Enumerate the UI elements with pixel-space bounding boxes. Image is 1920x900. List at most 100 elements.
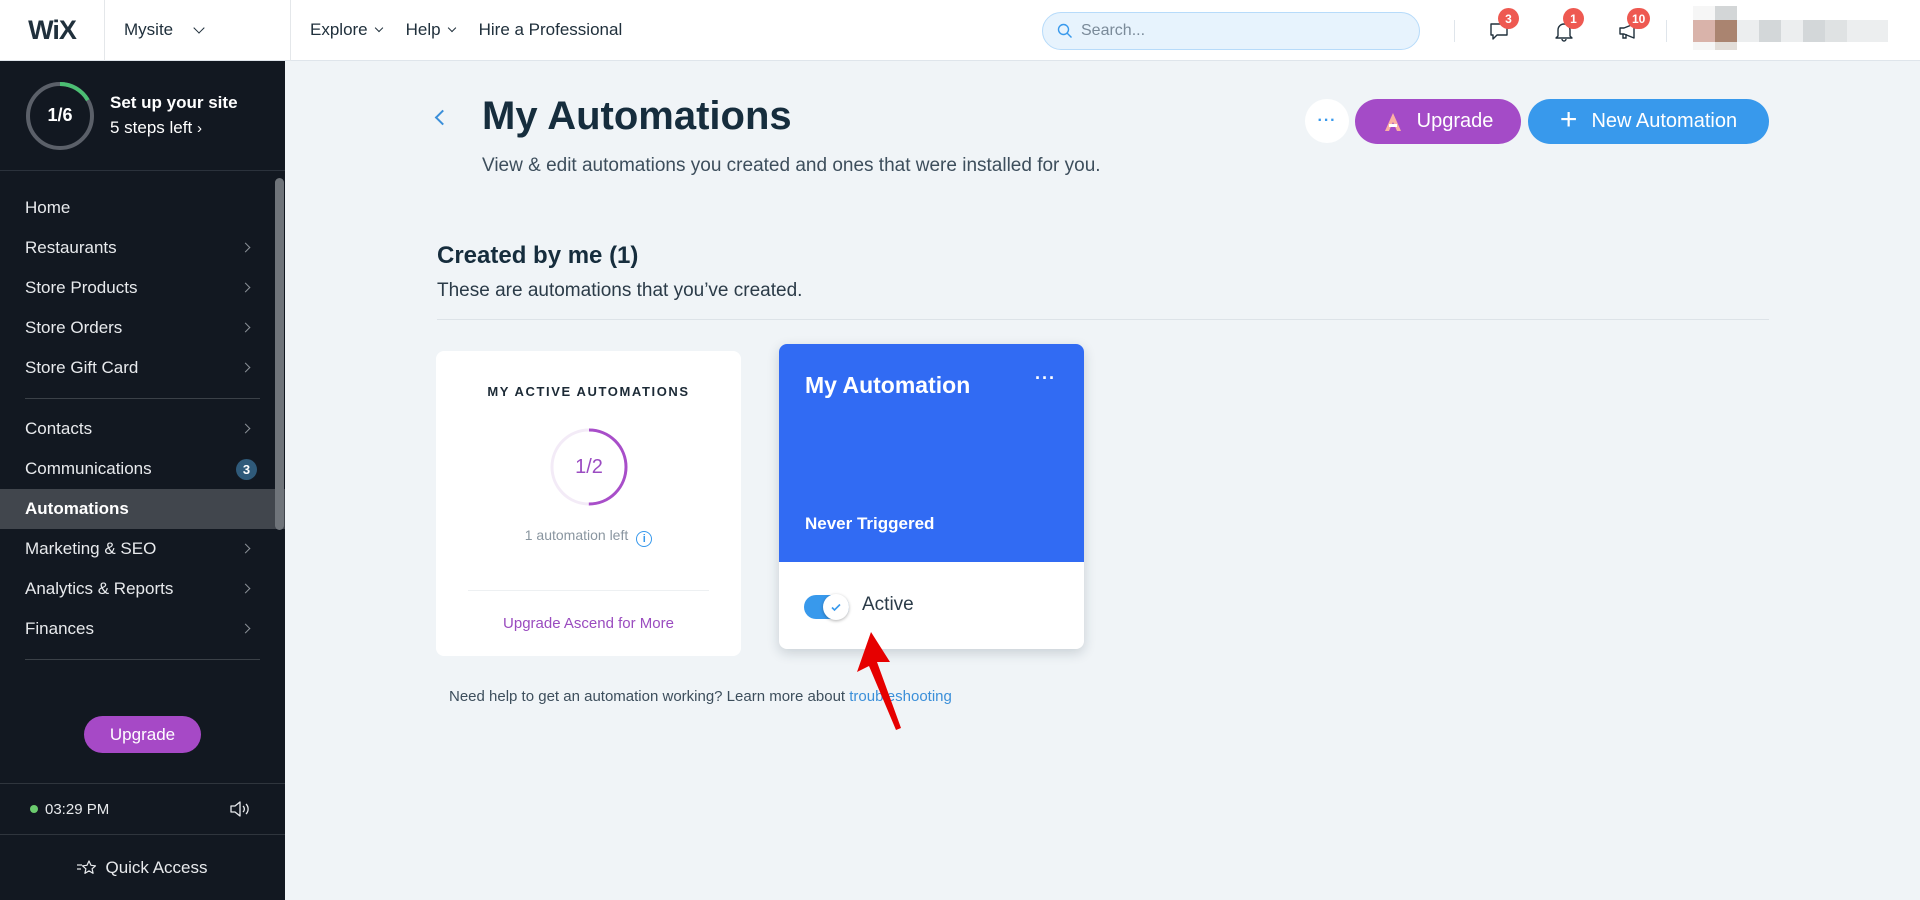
automation-name: My Automation	[805, 372, 971, 398]
active-toggle[interactable]	[804, 594, 849, 620]
sidebar-divider	[25, 398, 260, 399]
setup-title: Set up your site	[110, 93, 238, 112]
notifications-badge: 1	[1563, 8, 1584, 29]
nav-explore[interactable]: Explore	[310, 20, 383, 40]
upgrade-button[interactable]: Upgrade	[1355, 99, 1521, 144]
search-input[interactable]: Search...	[1042, 12, 1420, 50]
chat-badge: 3	[1498, 8, 1519, 29]
sidebar-upgrade-button[interactable]: Upgrade	[84, 716, 201, 753]
sidebar-item-store-gift-card[interactable]: Store Gift Card	[0, 348, 285, 388]
wix-logo[interactable]: WiX	[0, 0, 105, 61]
automation-status: Never Triggered	[805, 514, 935, 533]
nav-explore-label: Explore	[310, 20, 368, 39]
sidebar-item-contacts[interactable]: Contacts	[0, 409, 285, 449]
active-automations-card: MY ACTIVE AUTOMATIONS 1/2 1 automation l…	[436, 351, 741, 656]
sidebar-item-finances[interactable]: Finances	[0, 609, 285, 649]
automation-card-header: My Automation ··· Never Triggered	[779, 344, 1084, 562]
communications-badge: 3	[236, 459, 257, 480]
sidebar-item-restaurants[interactable]: Restaurants	[0, 228, 285, 268]
sidebar-item-communications[interactable]: Communications 3	[0, 449, 285, 489]
help-text-label: Need help to get an automation working? …	[449, 688, 850, 705]
divider	[1666, 20, 1667, 42]
sidebar-divider	[25, 659, 260, 660]
speaker-icon[interactable]	[229, 800, 251, 822]
ascend-icon	[1384, 112, 1401, 131]
sidebar-item-label: Restaurants	[25, 238, 117, 257]
more-actions-button[interactable]: ···	[1305, 99, 1349, 143]
chevron-right-icon	[240, 623, 251, 634]
check-icon	[831, 603, 841, 612]
setup-progress[interactable]: 1/6 Set up your site 5 steps left ›	[0, 61, 285, 171]
setup-progress-ring: 1/6	[25, 81, 95, 151]
upgrade-ascend-link[interactable]: Upgrade Ascend for More	[436, 615, 741, 632]
chevron-right-icon: ›	[196, 120, 202, 137]
section-subtitle: These are automations that you’ve create…	[437, 280, 803, 301]
automation-card[interactable]: My Automation ··· Never Triggered Active	[779, 344, 1084, 649]
sidebar-item-label: Finances	[25, 619, 94, 638]
current-time: 03:29 PM	[45, 800, 110, 818]
search-placeholder: Search...	[1081, 22, 1146, 39]
quick-access-label: Quick Access	[105, 857, 208, 877]
setup-progress-label: 1/6	[47, 105, 73, 125]
chevron-right-icon	[240, 423, 251, 434]
red-arrow-annotation	[857, 632, 901, 730]
nav-hire-professional[interactable]: Hire a Professional	[479, 20, 623, 40]
chevron-right-icon	[240, 242, 251, 253]
sidebar-status-bar: 03:29 PM	[0, 783, 285, 835]
nav-help-label: Help	[405, 20, 441, 39]
chat-button[interactable]: 3	[1484, 8, 1519, 46]
quick-access-button[interactable]: Quick Access	[0, 835, 285, 900]
new-automation-button[interactable]: + New Automation	[1528, 99, 1769, 144]
top-nav: Explore Help Hire a Professional	[291, 20, 622, 40]
sidebar-item-store-orders[interactable]: Store Orders	[0, 308, 285, 348]
sidebar-nav: Home Restaurants Store Products Store Or…	[0, 171, 285, 660]
upgrade-label: Upgrade	[1416, 110, 1494, 132]
sidebar-item-label: Home	[25, 198, 71, 217]
back-arrow-icon[interactable]	[434, 109, 451, 126]
automations-left-label: 1 automation left	[524, 527, 629, 543]
sidebar-item-marketing-seo[interactable]: Marketing & SEO	[0, 529, 285, 569]
sidebar-item-label: Store Products	[25, 278, 138, 297]
notifications-button[interactable]: 1	[1549, 8, 1584, 46]
active-automations-heading: MY ACTIVE AUTOMATIONS	[487, 384, 690, 399]
quick-access-icon	[77, 859, 97, 874]
sidebar-item-label: Contacts	[25, 419, 93, 438]
page-title: My Automations	[482, 94, 792, 138]
announcements-button[interactable]: 10	[1613, 8, 1651, 46]
sidebar-item-label: Store Gift Card	[25, 358, 139, 377]
chevron-down-icon	[374, 23, 383, 32]
section-title: Created by me (1)	[437, 242, 639, 269]
automation-menu-icon[interactable]: ···	[1035, 368, 1056, 389]
automations-left: 1 automation left i	[436, 527, 741, 547]
plus-icon: +	[1559, 103, 1578, 136]
chevron-right-icon	[240, 583, 251, 594]
search-icon	[1057, 23, 1072, 38]
account-avatar[interactable]	[1693, 6, 1888, 50]
active-toggle-label: Active	[862, 594, 914, 615]
chevron-right-icon	[240, 543, 251, 554]
active-automations-count: 1/2	[575, 455, 603, 478]
sidebar-item-store-products[interactable]: Store Products	[0, 268, 285, 308]
sidebar-item-analytics-reports[interactable]: Analytics & Reports	[0, 569, 285, 609]
card-divider	[468, 590, 709, 591]
sidebar-item-label: Analytics & Reports	[25, 579, 174, 598]
info-icon[interactable]: i	[636, 531, 653, 547]
sidebar-item-label: Store Orders	[25, 318, 123, 337]
site-name: Mysite	[124, 20, 174, 39]
sidebar-item-automations[interactable]: Automations	[0, 489, 285, 529]
sidebar-item-label: Automations	[25, 499, 129, 518]
section-divider	[437, 319, 1769, 320]
sidebar-item-home[interactable]: Home	[0, 188, 285, 228]
more-icon: ···	[1317, 112, 1337, 129]
chevron-right-icon	[240, 362, 251, 373]
active-automations-ring: 1/2	[549, 427, 629, 507]
setup-steps: 5 steps left ›	[110, 115, 238, 141]
chevron-right-icon	[240, 322, 251, 333]
sidebar-scrollbar[interactable]	[275, 178, 284, 530]
site-selector[interactable]: Mysite	[105, 0, 291, 61]
nav-help[interactable]: Help	[405, 20, 456, 40]
toggle-knob	[823, 594, 849, 620]
nav-hire-label: Hire a Professional	[478, 20, 623, 39]
chevron-down-icon	[193, 21, 205, 34]
announcements-badge: 10	[1627, 8, 1651, 29]
